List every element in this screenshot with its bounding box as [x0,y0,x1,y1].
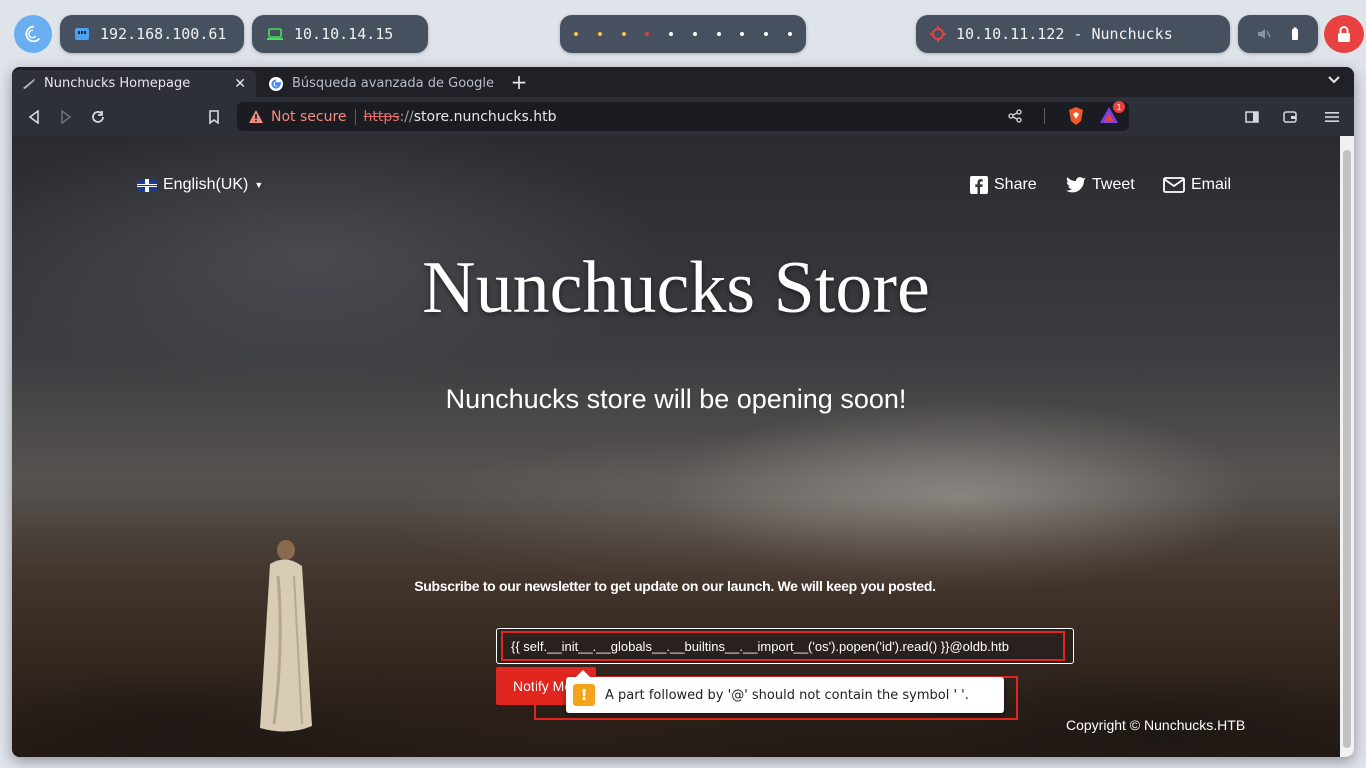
google-icon [269,76,283,91]
workspace-dot[interactable] [645,32,650,36]
tweet-link[interactable]: Tweet [1066,176,1135,194]
target-crosshair-icon [930,26,946,42]
email-field[interactable] [501,631,1065,661]
menu-hamburger-icon[interactable] [1322,107,1342,127]
url-scheme: https [363,108,400,125]
nunchucks-favicon-icon [23,77,35,89]
page-title: Nunchucks Store [422,247,930,329]
url-divider [354,108,356,125]
twitter-icon [1066,177,1086,193]
close-tab-icon[interactable]: ✕ [234,76,246,92]
email-link[interactable]: Email [1163,176,1231,194]
page-subtitle: Nunchucks store will be opening soon! [445,384,907,414]
workspace-dot[interactable] [740,32,745,36]
share-label: Share [994,176,1037,193]
share-link[interactable]: Share [970,176,1037,194]
page-scrollbar[interactable] [1340,136,1354,757]
validation-message: A part followed by '@' should not contai… [605,687,969,703]
brave-shields-icon[interactable] [1067,106,1085,126]
network-icon [75,28,89,40]
workspace-dot[interactable] [716,32,721,36]
browser-window: Nunchucks Homepage ✕ Búsqueda avanzada d… [12,67,1354,757]
lock-screen-button[interactable] [1324,15,1364,53]
laptop-icon [267,28,283,40]
back-arrow-icon[interactable] [24,107,44,127]
copyright-text: Copyright © Nunchucks.HTB [1066,717,1246,733]
envelope-icon [1163,177,1185,193]
security-status-label[interactable]: Not secure [271,109,347,125]
system-tray[interactable] [1238,15,1318,53]
uk-flag-icon [137,178,157,192]
tab-nunchucks-homepage[interactable]: Nunchucks Homepage ✕ [12,70,256,97]
email-field-wrapper [496,628,1074,664]
email-label: Email [1191,176,1232,193]
facebook-icon [970,176,988,194]
address-bar[interactable]: Not secure https :// store.nunchucks.htb… [237,101,1129,131]
volume-muted-icon[interactable] [1257,27,1271,41]
language-selector[interactable]: English(UK) ▼ [137,176,263,194]
warning-triangle-icon[interactable] [249,110,263,123]
url-actions: 1 [1008,101,1125,126]
browser-toolbar: Not secure https :// store.nunchucks.htb… [12,97,1354,136]
tab-label: Nunchucks Homepage [44,76,191,91]
debian-logo-icon[interactable] [14,15,52,53]
share-icon[interactable] [1008,109,1022,123]
robed-figure-image [260,540,312,732]
web-page: English(UK) ▼ Share Tweet Email Nunchuck… [12,136,1340,757]
scrollbar-thumb[interactable] [1343,150,1351,748]
lock-icon [1338,26,1350,42]
url-host: store.nunchucks.htb [413,108,557,125]
workspace-dot[interactable] [621,32,626,36]
battery-icon[interactable] [1290,27,1300,41]
validation-tooltip: ! A part followed by '@' should not cont… [566,670,1004,713]
sidebar-toggle-icon[interactable] [1242,107,1262,127]
workspace-dot[interactable] [787,32,792,36]
new-tab-button[interactable]: + [506,69,532,95]
local-ip-widget[interactable]: 192.168.100.61 [60,15,244,53]
workspace-dot[interactable] [597,32,602,36]
system-topbar: 192.168.100.61 10.10.14.15 10.10.11.122 … [0,0,1366,68]
bookmark-icon[interactable] [204,107,224,127]
tweet-label: Tweet [1092,176,1135,193]
warning-icon: ! [573,684,595,706]
tab-google-advanced-search[interactable]: Búsqueda avanzada de Google [258,70,506,97]
target-widget[interactable]: 10.10.11.122 - Nunchucks [916,15,1230,53]
reload-icon[interactable] [88,107,108,127]
newsletter-text: Subscribe to our newsletter to get updat… [414,578,936,594]
workspace-dot[interactable] [692,32,697,36]
wallet-icon[interactable] [1280,107,1300,127]
target-text: 10.10.11.122 - Nunchucks [956,25,1173,43]
tab-strip: Nunchucks Homepage ✕ Búsqueda avanzada d… [12,67,1354,97]
caret-down-icon: ▼ [254,180,264,190]
workspace-dot[interactable] [574,32,578,36]
url-divider [1044,108,1045,124]
local-ip-text: 192.168.100.61 [100,25,227,43]
vpn-ip-widget[interactable]: 10.10.14.15 [252,15,428,53]
brave-rewards-icon[interactable]: 1 [1099,101,1125,126]
forward-arrow-icon[interactable] [56,107,76,127]
workspace-switcher[interactable] [560,15,806,53]
vpn-ip-text: 10.10.14.15 [294,25,394,43]
tab-label: Búsqueda avanzada de Google [292,76,495,91]
language-label: English(UK) [163,176,249,193]
workspace-dot[interactable] [764,32,769,36]
rewards-badge: 1 [1113,101,1125,113]
url-separator: :// [399,108,414,125]
workspace-dot[interactable] [669,32,674,36]
tab-list-chevron-icon[interactable] [1328,72,1340,88]
